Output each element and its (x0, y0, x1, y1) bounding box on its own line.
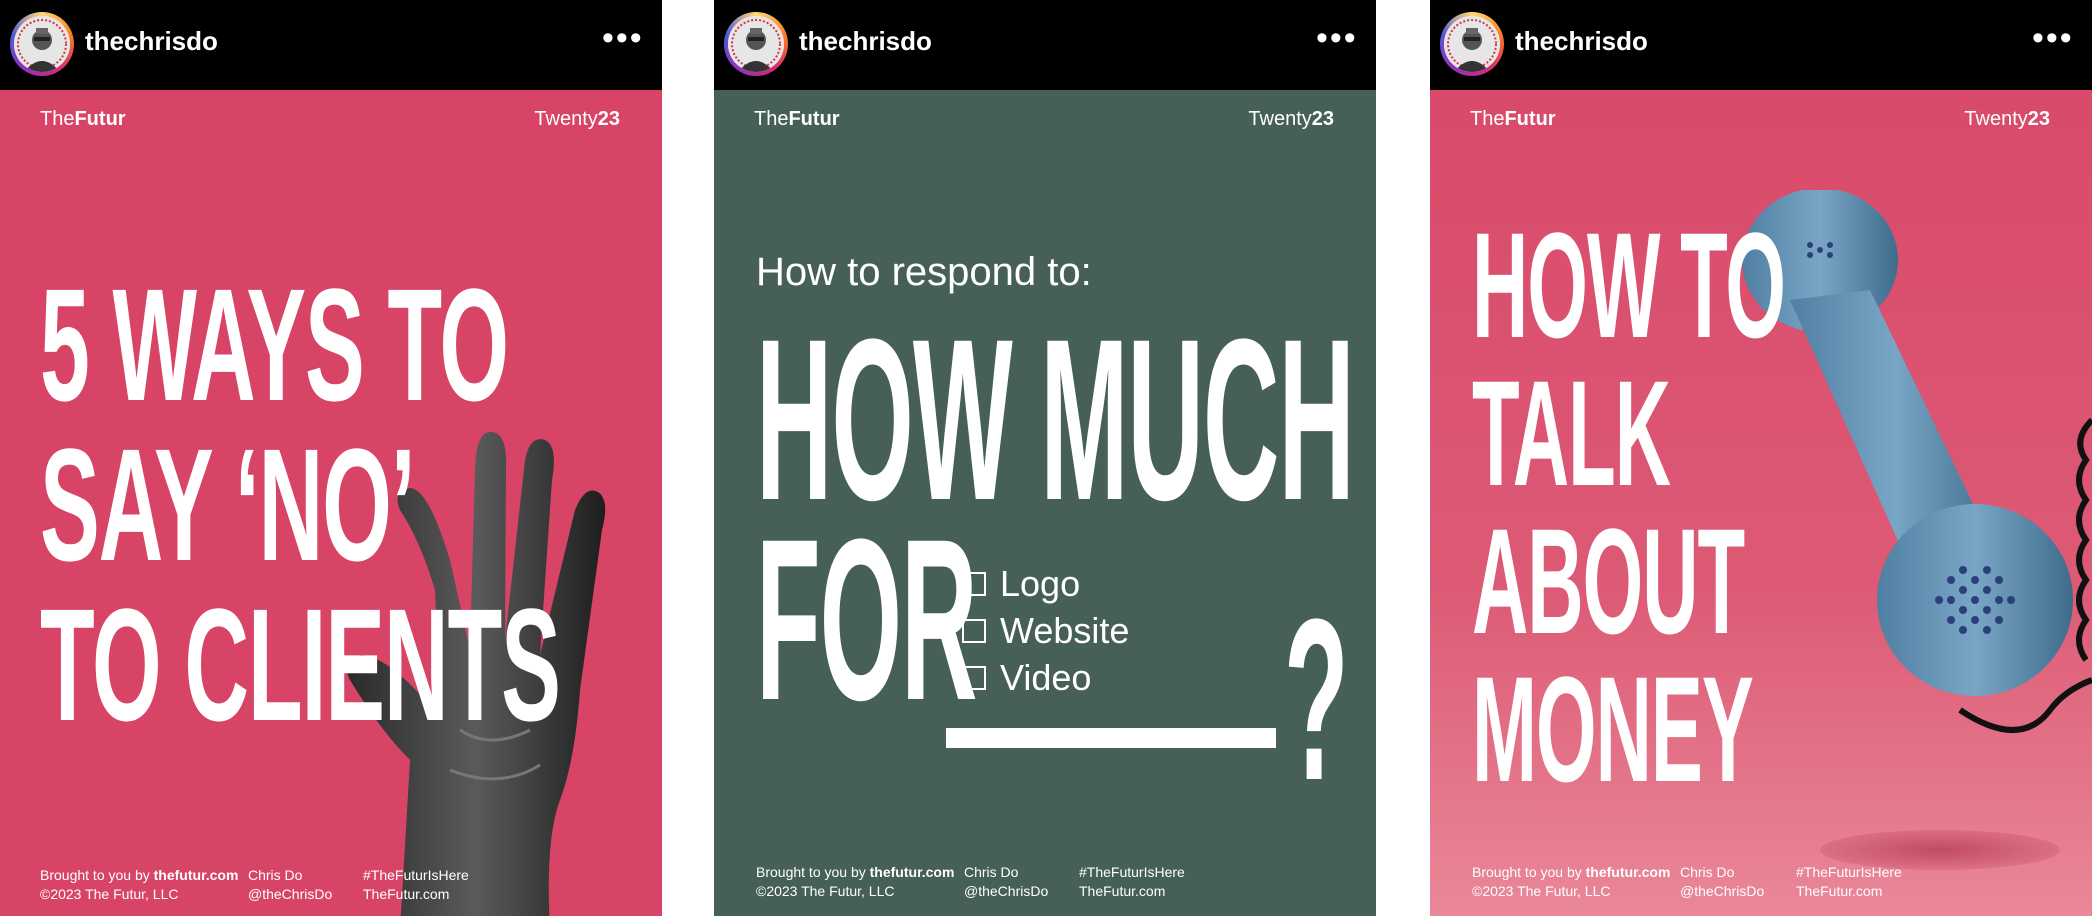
option-website[interactable]: Website (962, 607, 1129, 654)
footer-credit: Brought to you by thefutur.com ©2023 The… (756, 864, 955, 899)
poster-image: TheFutur Twenty23 HOW TO TALK ABOUT MONE… (1430, 90, 2092, 916)
brand-logo: TheFutur (754, 108, 840, 130)
more-options-icon[interactable]: ••• (1316, 21, 1356, 58)
poster-image: TheFutur Twenty23 5 WAYS TO SAY ‘NO’ TO … (0, 90, 662, 916)
subtitle: How to respond to: (756, 250, 1092, 294)
headline-line-2: FOR (756, 491, 977, 748)
footer-author: Chris Do @theChrisDo (248, 867, 333, 902)
username[interactable]: thechrisdo (85, 26, 218, 57)
avatar[interactable] (728, 16, 784, 72)
footer-credit: Brought to you by thefutur.com ©2023 The… (1472, 864, 1671, 899)
options-checklist: Logo Website Video (962, 560, 1129, 701)
checkbox-icon (962, 571, 986, 596)
footer-author: Chris Do @theChrisDo (1680, 864, 1765, 899)
checkbox-icon (962, 618, 986, 643)
post-header: thechrisdo ••• (714, 0, 1376, 90)
brand-logo: TheFutur (40, 108, 126, 130)
more-options-icon[interactable]: ••• (602, 21, 642, 58)
headline-line-2: TALK (1472, 349, 1671, 517)
footer-hashtag: #TheFuturIsHere TheFutur.com (1079, 864, 1185, 899)
headline-line-3: TO CLIENTS (40, 575, 561, 754)
brand-logo: TheFutur (1470, 108, 1556, 130)
post-header: thechrisdo ••• (1430, 0, 2092, 90)
username[interactable]: thechrisdo (799, 26, 932, 57)
option-logo[interactable]: Logo (962, 560, 1129, 607)
instagram-post-1: thechrisdo ••• TheFutur Twenty23 5 WAYS … (0, 0, 662, 916)
story-ring[interactable] (10, 12, 74, 76)
username[interactable]: thechrisdo (1515, 26, 1648, 57)
headline-line-2: SAY ‘NO’ (40, 415, 416, 594)
year-mark: Twenty23 (1964, 108, 2050, 130)
instagram-post-3: thechrisdo ••• TheFutur Twenty23 HOW TO … (1430, 0, 2092, 916)
question-mark: ? (1284, 571, 1349, 828)
headline-line-4: MONEY (1472, 645, 1754, 813)
footer-credit: Brought to you by thefutur.com ©2023 The… (40, 867, 239, 902)
poster-image: TheFutur Twenty23 How to respond to: HOW… (714, 90, 1376, 916)
headline-line-1: 5 WAYS TO (40, 255, 509, 434)
headline-line-3: ABOUT (1472, 497, 1745, 665)
blank-underline (946, 728, 1276, 748)
year-mark: Twenty23 (1248, 108, 1334, 130)
footer-hashtag: #TheFuturIsHere TheFutur.com (363, 867, 469, 902)
avatar[interactable] (1444, 16, 1500, 72)
instagram-post-2: thechrisdo ••• TheFutur Twenty23 How to … (714, 0, 1376, 916)
avatar[interactable] (14, 16, 70, 72)
post-header: thechrisdo ••• (0, 0, 662, 90)
option-video[interactable]: Video (962, 654, 1129, 701)
more-options-icon[interactable]: ••• (2032, 21, 2072, 58)
story-ring[interactable] (724, 12, 788, 76)
story-ring[interactable] (1440, 12, 1504, 76)
checkbox-icon (962, 665, 986, 690)
year-mark: Twenty23 (534, 108, 620, 130)
footer-author: Chris Do @theChrisDo (964, 864, 1049, 899)
headline-line-1: HOW TO (1472, 201, 1786, 369)
footer-hashtag: #TheFuturIsHere TheFutur.com (1796, 864, 1902, 899)
